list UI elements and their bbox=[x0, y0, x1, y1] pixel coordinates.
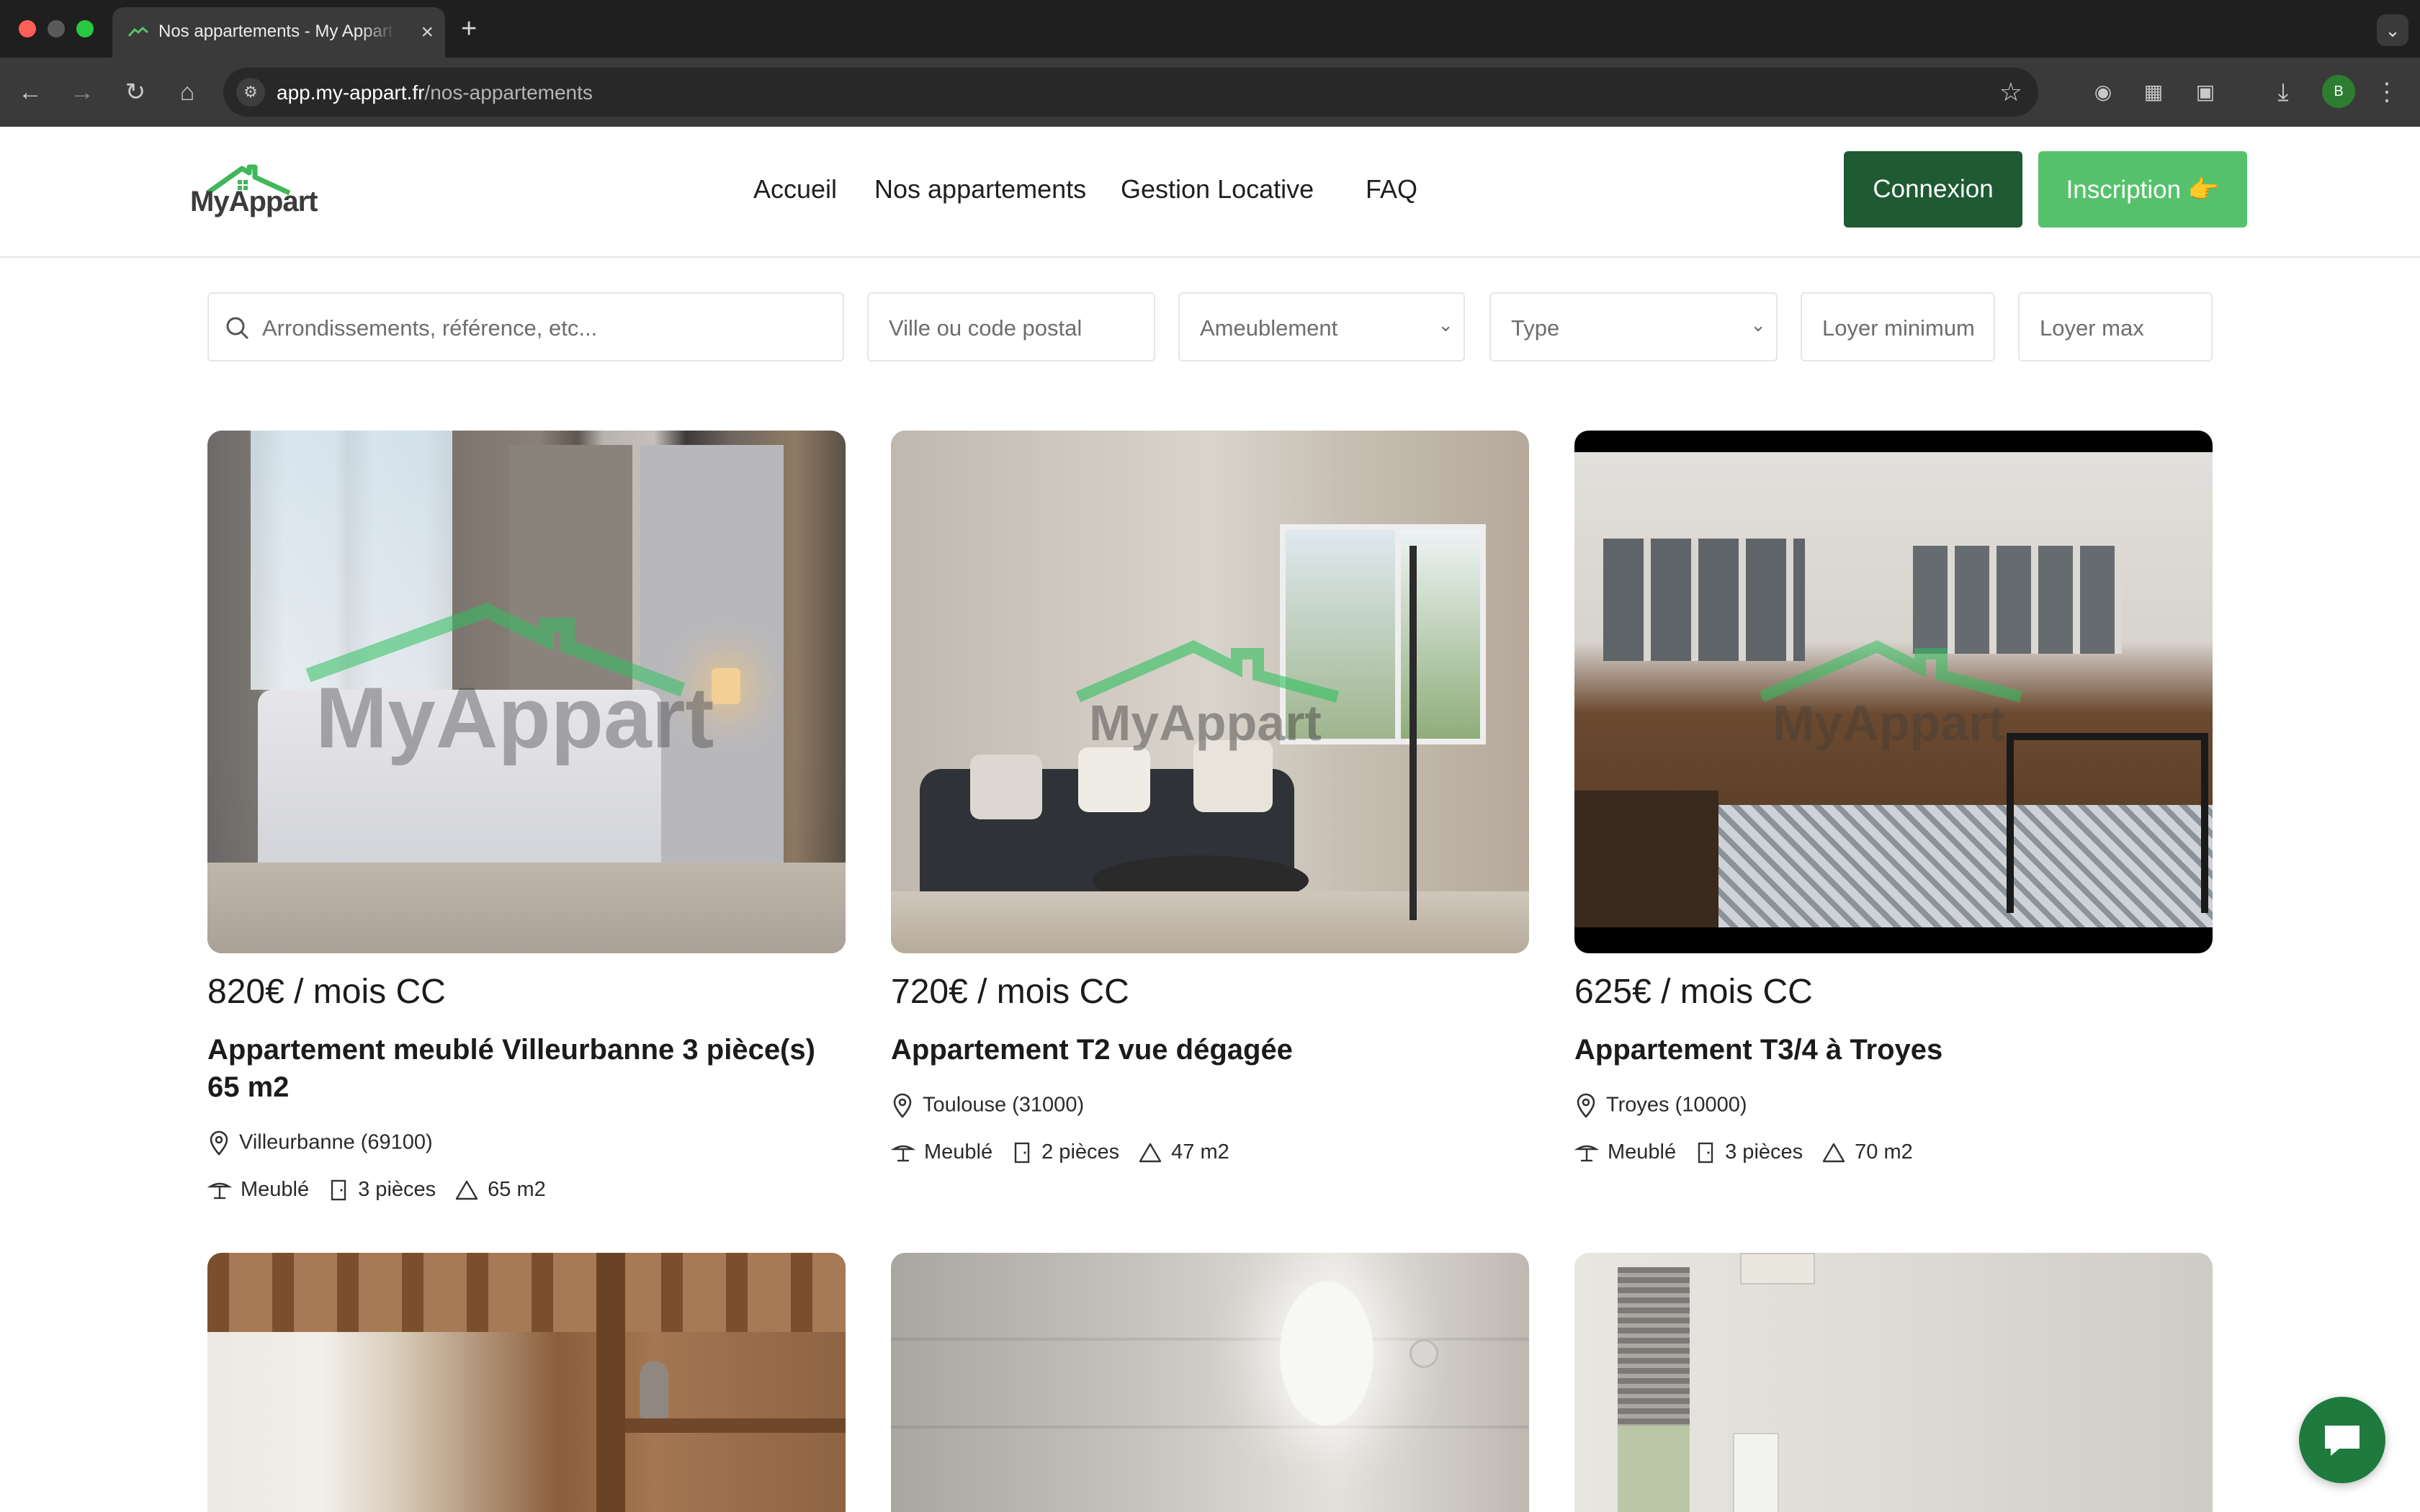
reload-icon[interactable]: ↻ bbox=[118, 75, 153, 109]
furnishing-select[interactable]: Ameublement ⌄ bbox=[1178, 292, 1465, 361]
feature-rooms: 2 pièces bbox=[1011, 1140, 1119, 1164]
login-button[interactable]: Connexion bbox=[1844, 151, 2022, 228]
watermark-logo-icon: MyAppart bbox=[305, 603, 714, 766]
location-pin-icon bbox=[893, 1093, 912, 1118]
listing-price: 625€ / mois CC bbox=[1574, 973, 1813, 1011]
screenshot-camera-icon[interactable]: ◉ bbox=[2086, 75, 2120, 109]
svg-text:MyAppart: MyAppart bbox=[1089, 695, 1322, 751]
extensions-puzzle-icon[interactable]: ▣ bbox=[2188, 75, 2223, 109]
listing-features: Meublé 3 pièces 70 m2 bbox=[1574, 1140, 1913, 1164]
browser-tab-bar: Nos appartements - My Appart × + ⌄ bbox=[0, 0, 2420, 58]
lamp-icon bbox=[891, 1145, 915, 1161]
triangle-area-icon bbox=[1139, 1143, 1162, 1162]
listing-photo[interactable]: MyAppart bbox=[207, 431, 846, 953]
listing-photo[interactable]: MyAppart bbox=[891, 431, 1529, 953]
search-input-placeholder: Arrondissements, référence, etc... bbox=[262, 315, 598, 341]
new-tab-icon[interactable]: + bbox=[461, 14, 477, 43]
back-arrow-icon[interactable]: ← bbox=[13, 75, 48, 109]
listing-photo[interactable] bbox=[1574, 1253, 2213, 1512]
chat-button[interactable] bbox=[2299, 1397, 2385, 1483]
feature-area: 70 m2 bbox=[1821, 1140, 1913, 1164]
triangle-area-icon bbox=[1822, 1143, 1845, 1162]
type-select[interactable]: Type ⌄ bbox=[1489, 292, 1778, 361]
nav-link-faq[interactable]: FAQ bbox=[1366, 174, 1417, 204]
tab-search-chevron-icon[interactable]: ⌄ bbox=[2377, 14, 2408, 46]
svg-text:MyAppart: MyAppart bbox=[315, 670, 714, 766]
profile-avatar[interactable]: B bbox=[2322, 75, 2355, 108]
feature-furnished: Meublé bbox=[207, 1178, 309, 1202]
location-pin-icon bbox=[210, 1130, 228, 1156]
listing-title[interactable]: Appartement T3/4 à Troyes bbox=[1574, 1031, 2213, 1068]
feature-furnished: Meublé bbox=[891, 1140, 992, 1164]
door-icon bbox=[1014, 1142, 1030, 1163]
listing-photo[interactable] bbox=[891, 1253, 1529, 1512]
home-icon[interactable]: ⌂ bbox=[170, 75, 205, 109]
listing-location: Troyes (10000) bbox=[1574, 1093, 1747, 1119]
feature-rooms: 3 pièces bbox=[1695, 1140, 1803, 1164]
city-input[interactable]: Ville ou code postal bbox=[867, 292, 1155, 361]
window-close-button[interactable] bbox=[19, 20, 36, 37]
search-filter[interactable]: Arrondissements, référence, etc... bbox=[207, 292, 844, 361]
lamp-icon bbox=[207, 1182, 232, 1199]
window-zoom-button[interactable] bbox=[76, 20, 94, 37]
myappart-logo[interactable]: MyAppart bbox=[190, 164, 327, 222]
browser-toolbar: ← → ↻ ⌂ ⚙ app.my-appart.fr/nos-apparteme… bbox=[0, 58, 2420, 127]
favicon-icon bbox=[128, 26, 148, 37]
chevron-down-icon: ⌄ bbox=[1438, 314, 1453, 336]
listing-features: Meublé 3 pièces 65 m2 bbox=[207, 1178, 546, 1202]
door-icon bbox=[1698, 1142, 1713, 1163]
listing-location: Toulouse (31000) bbox=[891, 1093, 1084, 1119]
logo-text: MyAppart bbox=[190, 186, 318, 217]
search-icon bbox=[226, 317, 249, 340]
feature-area: 65 m2 bbox=[454, 1178, 546, 1202]
listing-price: 720€ / mois CC bbox=[891, 973, 1129, 1011]
site-info-icon[interactable]: ⚙ bbox=[236, 78, 265, 107]
more-menu-icon[interactable]: ⋮ bbox=[2370, 75, 2404, 109]
feature-area: 47 m2 bbox=[1138, 1140, 1229, 1164]
chevron-down-icon: ⌄ bbox=[1750, 314, 1766, 336]
watermark-logo-icon: MyAppart bbox=[1075, 640, 1340, 751]
listing-photo[interactable]: MyAppart bbox=[1574, 431, 2213, 953]
download-icon[interactable]: ⤓ bbox=[2266, 75, 2300, 109]
close-tab-icon[interactable]: × bbox=[421, 19, 434, 46]
chat-bubble-icon bbox=[2325, 1426, 2360, 1456]
tab-title: Nos appartements - My Appart bbox=[158, 22, 393, 41]
window-minimize-button[interactable] bbox=[48, 20, 65, 37]
translate-icon[interactable]: ▦ bbox=[2136, 75, 2171, 109]
location-pin-icon bbox=[1577, 1093, 1595, 1118]
rent-min-input[interactable]: Loyer minimum bbox=[1801, 292, 1995, 361]
listing-photo[interactable] bbox=[207, 1253, 846, 1512]
listing-title[interactable]: Appartement meublé Villeurbanne 3 pièce(… bbox=[207, 1031, 846, 1106]
url-text[interactable]: app.my-appart.fr/nos-appartements bbox=[277, 81, 593, 104]
bookmark-star-icon[interactable]: ☆ bbox=[1999, 76, 2022, 108]
nav-link-nos-appartements[interactable]: Nos appartements bbox=[874, 174, 1086, 204]
watermark-logo-icon: MyAppart bbox=[1759, 640, 2023, 751]
triangle-area-icon bbox=[455, 1180, 478, 1200]
feature-furnished: Meublé bbox=[1574, 1140, 1676, 1164]
listing-title[interactable]: Appartement T2 vue dégagée bbox=[891, 1031, 1529, 1068]
feature-rooms: 3 pièces bbox=[328, 1178, 436, 1202]
lamp-icon bbox=[1574, 1145, 1599, 1161]
svg-text:MyAppart: MyAppart bbox=[1773, 695, 2005, 751]
forward-arrow-icon[interactable]: → bbox=[65, 75, 99, 109]
listing-price: 820€ / mois CC bbox=[207, 973, 446, 1011]
site-header: MyAppart Accueil Nos appartements Gestio… bbox=[0, 127, 2420, 258]
nav-link-accueil[interactable]: Accueil bbox=[753, 174, 837, 204]
nav-link-gestion-locative[interactable]: Gestion Locative bbox=[1121, 174, 1314, 204]
door-icon bbox=[331, 1179, 346, 1200]
signup-button[interactable]: Inscription 👉 bbox=[2038, 151, 2247, 228]
listing-location: Villeurbanne (69100) bbox=[207, 1130, 433, 1156]
rent-max-input[interactable]: Loyer max bbox=[2018, 292, 2213, 361]
address-bar[interactable]: ⚙ app.my-appart.fr/nos-appartements ☆ bbox=[223, 68, 2038, 117]
listing-features: Meublé 2 pièces 47 m2 bbox=[891, 1140, 1229, 1164]
browser-tab[interactable]: Nos appartements - My Appart × bbox=[112, 7, 445, 58]
